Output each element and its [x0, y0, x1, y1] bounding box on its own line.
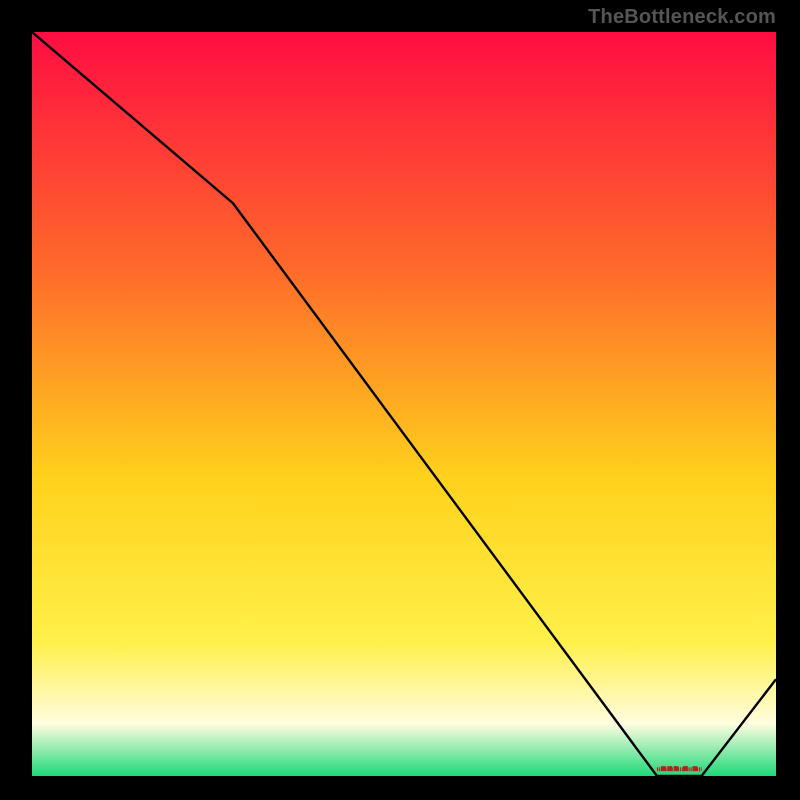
flat-segment-label: ■■■ ■ ■ — [660, 764, 698, 775]
gradient-background — [32, 32, 776, 776]
plot-frame: ■■■ ■ ■ — [28, 28, 780, 780]
chart-stage: TheBottleneck.com ■■■ ■ ■ — [0, 0, 800, 800]
watermark-text: TheBottleneck.com — [588, 6, 776, 29]
plot-svg — [32, 32, 776, 776]
